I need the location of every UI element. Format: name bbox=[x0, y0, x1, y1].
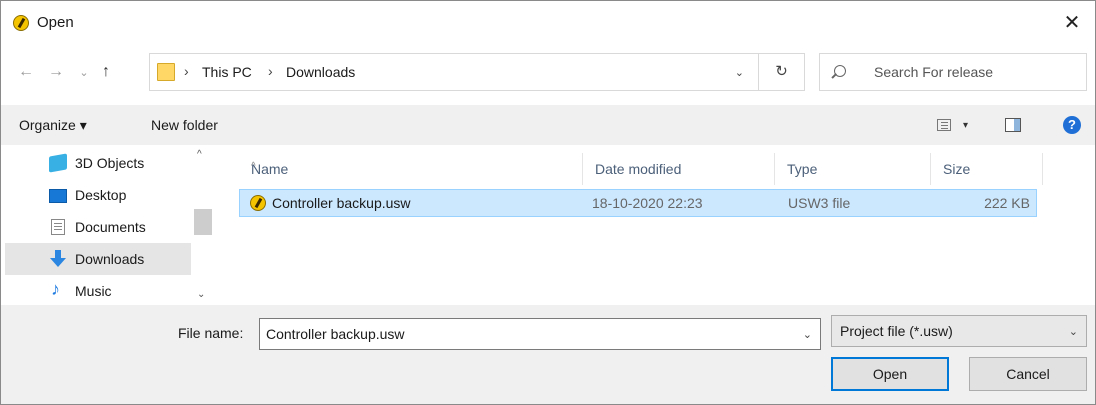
search-input[interactable]: Search For release bbox=[819, 53, 1087, 91]
scroll-up-icon[interactable]: ^ bbox=[197, 149, 202, 160]
cancel-button[interactable]: Cancel bbox=[969, 357, 1087, 391]
up-button[interactable]: ↑ bbox=[95, 61, 117, 83]
file-list: Name ^ Date modified Type Size Controlle… bbox=[231, 145, 1095, 305]
column-label: Name bbox=[251, 161, 289, 177]
organize-button[interactable]: Organize ▾ bbox=[19, 117, 87, 134]
sidebar-item-documents[interactable]: Documents bbox=[5, 211, 191, 243]
breadcrumb-this-pc[interactable]: This PC bbox=[202, 64, 252, 80]
file-name-value: Controller backup.usw bbox=[266, 326, 405, 342]
preview-pane-icon[interactable] bbox=[1005, 118, 1021, 132]
chevron-down-icon: ⌄ bbox=[1068, 326, 1078, 338]
column-header-size[interactable]: Size bbox=[931, 153, 1043, 185]
chevron-down-icon[interactable]: ⌄ bbox=[735, 66, 744, 79]
file-name-label: File name: bbox=[178, 325, 244, 341]
open-button[interactable]: Open bbox=[831, 357, 949, 391]
file-name-panel: File name: Controller backup.usw ⌄ Proje… bbox=[1, 305, 1095, 404]
window-title: Open bbox=[37, 14, 74, 31]
desktop-icon bbox=[49, 189, 67, 203]
sidebar-item-label: Music bbox=[75, 283, 112, 299]
back-button[interactable]: ← bbox=[15, 61, 37, 83]
sidebar-item-label: 3D Objects bbox=[75, 155, 145, 171]
breadcrumb-downloads[interactable]: Downloads bbox=[286, 64, 355, 80]
column-label: Size bbox=[943, 161, 971, 177]
navigation-pane: 3D Objects Desktop Documents Downloads ♪… bbox=[1, 145, 215, 305]
forward-button[interactable]: → bbox=[45, 61, 67, 83]
sidebar-item-downloads[interactable]: Downloads bbox=[5, 243, 191, 275]
new-folder-button[interactable]: New folder bbox=[151, 117, 218, 133]
breadcrumb-separator[interactable]: › bbox=[268, 63, 273, 79]
table-row[interactable]: Controller backup.usw 18-10-2020 22:23 U… bbox=[239, 189, 1037, 217]
column-label: Type bbox=[787, 161, 818, 177]
sidebar-item-music[interactable]: ♪ Music bbox=[5, 275, 191, 307]
scroll-down-icon[interactable]: ⌄ bbox=[197, 289, 205, 300]
size-cell: 222 KB bbox=[984, 195, 1030, 211]
view-options-icon[interactable] bbox=[937, 119, 951, 131]
view-caret-icon[interactable]: ▾ bbox=[963, 120, 968, 131]
app-icon bbox=[13, 15, 29, 31]
3d-objects-icon bbox=[49, 153, 67, 173]
close-button[interactable]: ✕ bbox=[1049, 1, 1095, 45]
recent-locations-button[interactable]: ⌄ bbox=[73, 62, 95, 84]
column-label: Date modified bbox=[595, 161, 682, 177]
date-modified-cell: 18-10-2020 22:23 bbox=[592, 195, 703, 211]
file-name-field[interactable]: Controller backup.usw ⌄ bbox=[259, 318, 821, 350]
file-type-select[interactable]: Project file (*.usw) ⌄ bbox=[831, 315, 1087, 347]
music-icon: ♪ bbox=[51, 279, 60, 299]
sidebar-item-label: Desktop bbox=[75, 187, 127, 203]
sort-ascending-icon: ^ bbox=[251, 161, 256, 172]
command-bar: Organize ▾ New folder ▾ ? bbox=[1, 105, 1095, 145]
file-type-value: Project file (*.usw) bbox=[840, 323, 953, 339]
documents-icon bbox=[51, 219, 65, 235]
sidebar-item-desktop[interactable]: Desktop bbox=[5, 179, 191, 211]
downloads-icon bbox=[49, 250, 67, 268]
breadcrumb-separator[interactable]: › bbox=[184, 63, 189, 79]
usw-file-icon bbox=[250, 195, 266, 211]
column-header-name[interactable]: Name ^ bbox=[239, 153, 583, 185]
column-header-date-modified[interactable]: Date modified bbox=[583, 153, 775, 185]
column-header-type[interactable]: Type bbox=[775, 153, 931, 185]
address-bar[interactable]: › This PC › Downloads ⌄ bbox=[149, 53, 759, 91]
search-placeholder: Search For release bbox=[874, 64, 994, 80]
open-dialog: Open ✕ ← → ⌄ ↑ › This PC › Downloads ⌄ ↻… bbox=[0, 0, 1096, 405]
folder-icon bbox=[157, 63, 175, 81]
help-icon[interactable]: ? bbox=[1063, 116, 1081, 134]
file-name-cell: Controller backup.usw bbox=[272, 195, 411, 211]
sidebar-item-label: Documents bbox=[75, 219, 146, 235]
navigation-bar: ← → ⌄ ↑ › This PC › Downloads ⌄ ↻ Search… bbox=[1, 49, 1095, 101]
scrollbar-thumb[interactable] bbox=[194, 209, 212, 235]
sidebar-scrollbar[interactable]: ^ ⌄ bbox=[191, 145, 215, 305]
search-icon bbox=[834, 65, 846, 77]
type-cell: USW3 file bbox=[788, 195, 851, 211]
sidebar-item-3d-objects[interactable]: 3D Objects bbox=[5, 147, 191, 179]
refresh-button[interactable]: ↻ bbox=[759, 53, 805, 91]
title-bar: Open ✕ bbox=[1, 1, 1095, 45]
chevron-down-icon[interactable]: ⌄ bbox=[803, 328, 812, 341]
sidebar-item-label: Downloads bbox=[75, 251, 145, 267]
